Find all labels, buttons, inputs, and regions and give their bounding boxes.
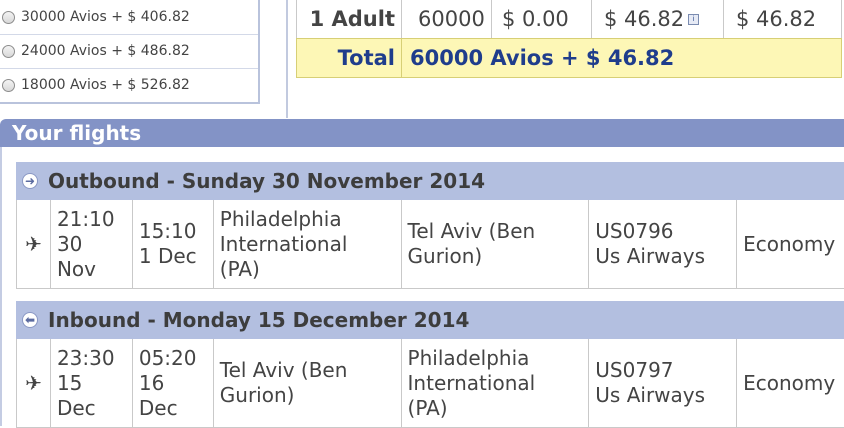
to-airport-cell: Philadelphia International (PA) bbox=[402, 339, 590, 427]
price-total-row: Total 60000 Avios + $ 46.82 bbox=[296, 38, 842, 78]
from-line: (PA) bbox=[219, 256, 260, 281]
from-airport-cell: Tel Aviv (Ben Gurion) bbox=[214, 339, 402, 427]
to-airport-cell: Tel Aviv (Ben Gurion) bbox=[402, 200, 590, 288]
vertical-divider bbox=[286, 0, 288, 118]
to-line: Tel Aviv (Ben bbox=[407, 219, 536, 243]
to-line: (PA) bbox=[407, 395, 448, 420]
to-line: Philadelphia bbox=[407, 345, 530, 370]
taxes-value: $ 46.82 bbox=[604, 7, 685, 31]
depart-cell: 21:10 30 Nov bbox=[51, 200, 133, 288]
outbound-header: ➜ Outbound - Sunday 30 November 2014 bbox=[16, 162, 844, 200]
plane-icon: ✈ bbox=[17, 339, 51, 427]
avios-option-2[interactable]: 24000 Avios + $ 486.82 bbox=[0, 34, 258, 69]
cabin-class: Economy bbox=[743, 370, 836, 395]
arrive-day: 16 bbox=[138, 370, 165, 395]
row-total-cell: $ 46.82 bbox=[736, 7, 817, 31]
your-flights-title: Your flights bbox=[12, 121, 142, 145]
inbound-flight-row: ✈ 23:30 15 Dec 05:20 16 Dec Tel Aviv (Be… bbox=[16, 339, 844, 428]
airline-name: Us Airways bbox=[595, 244, 706, 268]
price-breakdown-table: 1 Adult 60000 $ 0.00 $ 46.82 i $ 46.82 T… bbox=[296, 0, 842, 78]
radio-button[interactable] bbox=[2, 10, 15, 24]
depart-day: 30 bbox=[56, 231, 83, 256]
depart-cell: 23:30 15 Dec bbox=[51, 339, 133, 427]
outbound-heading: Outbound - Sunday 30 November 2014 bbox=[48, 169, 486, 193]
to-line: Gurion) bbox=[407, 244, 483, 268]
avios-option-label: 30000 Avios + $ 406.82 bbox=[21, 9, 190, 25]
from-airport-cell: Philadelphia International (PA) bbox=[214, 200, 402, 288]
flight-number: US0796 bbox=[595, 219, 674, 243]
avios-options-panel: 30000 Avios + $ 406.82 24000 Avios + $ 4… bbox=[0, 0, 260, 104]
flight-cell: US0797 Us Airways bbox=[589, 339, 738, 427]
taxes-cell: $ 46.82 i bbox=[592, 0, 724, 38]
cabin-cell: Economy bbox=[737, 339, 844, 427]
passenger-cell: 1 Adult bbox=[297, 0, 402, 38]
price-row-adult: 1 Adult 60000 $ 0.00 $ 46.82 i $ 46.82 bbox=[296, 0, 842, 39]
avios-option-3[interactable]: 18000 Avios + $ 526.82 bbox=[0, 68, 258, 102]
radio-button[interactable] bbox=[2, 78, 15, 92]
outbound-flight-row: ✈ 21:10 30 Nov 15:10 1 Dec Philadelphia … bbox=[16, 200, 844, 289]
arrive-cell: 15:10 1 Dec bbox=[133, 200, 214, 288]
depart-day: 15 bbox=[56, 370, 83, 395]
avios-option-label: 18000 Avios + $ 526.82 bbox=[21, 77, 190, 93]
radio-button[interactable] bbox=[2, 44, 15, 58]
info-icon[interactable]: i bbox=[688, 13, 700, 25]
depart-time: 23:30 bbox=[56, 345, 115, 370]
arrive-time: 05:20 bbox=[138, 345, 197, 370]
arrive-month: Dec bbox=[138, 395, 178, 420]
your-flights-header: Your flights bbox=[0, 119, 844, 147]
avios-cell: 60000 bbox=[402, 0, 492, 38]
inbound-header: ⬅ Inbound - Monday 15 December 2014 bbox=[16, 301, 844, 339]
arrow-right-icon[interactable]: ➜ bbox=[22, 173, 38, 189]
cabin-class: Economy bbox=[743, 231, 836, 256]
from-line: International bbox=[219, 231, 348, 256]
flight-cell: US0796 Us Airways bbox=[589, 200, 738, 288]
plane-icon: ✈ bbox=[17, 200, 51, 288]
arrive-time: 15:10 bbox=[138, 219, 197, 243]
airline-name: Us Airways bbox=[595, 383, 706, 407]
cash-cell: $ 0.00 bbox=[492, 0, 592, 38]
inbound-heading: Inbound - Monday 15 December 2014 bbox=[48, 308, 470, 332]
from-line: Philadelphia bbox=[219, 206, 342, 231]
from-line: Gurion) bbox=[219, 383, 295, 407]
cabin-cell: Economy bbox=[737, 200, 844, 288]
avios-option-1[interactable]: 30000 Avios + $ 406.82 bbox=[0, 0, 258, 35]
depart-month: Nov bbox=[56, 256, 96, 281]
depart-time: 21:10 bbox=[56, 206, 115, 231]
depart-month: Dec bbox=[56, 395, 96, 420]
avios-option-label: 24000 Avios + $ 486.82 bbox=[21, 43, 190, 59]
arrive-day: 1 Dec bbox=[138, 244, 197, 268]
from-line: Tel Aviv (Ben bbox=[219, 358, 348, 382]
to-line: International bbox=[407, 370, 536, 395]
total-value: 60000 Avios + $ 46.82 bbox=[410, 46, 675, 70]
arrow-left-icon[interactable]: ⬅ bbox=[22, 312, 38, 328]
flight-number: US0797 bbox=[595, 358, 674, 382]
arrive-cell: 05:20 16 Dec bbox=[133, 339, 214, 427]
total-label: Total bbox=[297, 39, 402, 77]
